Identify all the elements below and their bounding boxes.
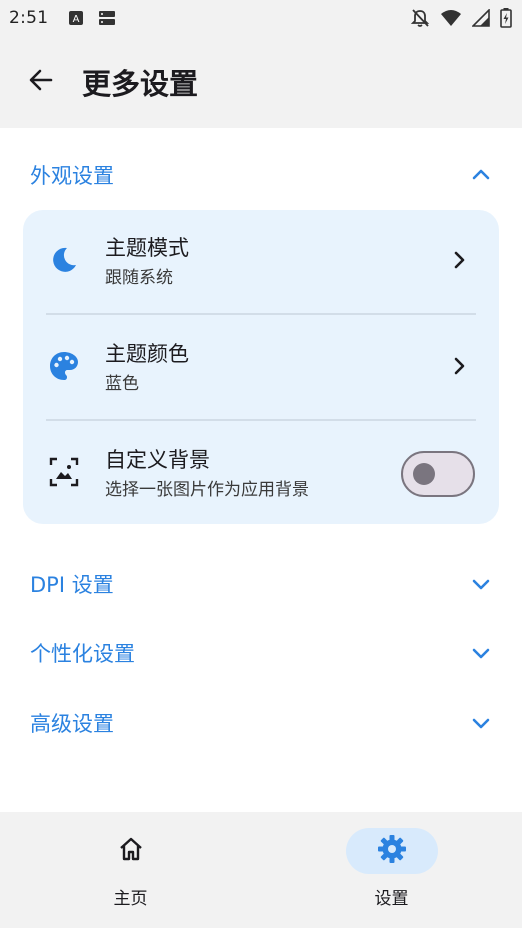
status-bar: 2:51 A [0,0,522,36]
chevron-down-icon [470,642,492,664]
storage-icon [98,10,116,26]
section-label-advanced: 高级设置 [30,712,114,736]
status-time: 2:51 [9,8,49,28]
wifi-icon [440,9,462,27]
section-header-appearance[interactable]: 外观设置 [0,144,522,206]
nav-label-settings: 设置 [374,889,409,909]
app-bar: 更多设置 [0,36,522,128]
bell-off-icon [410,8,430,28]
nav-pill-home [85,828,177,874]
arrow-back-icon [28,67,54,97]
a-notification-icon: A [68,10,84,26]
battery-charging-icon [500,8,512,28]
theme-mode-title: 主题模式 [105,236,189,260]
divider [46,419,476,421]
page-title: 更多设置 [82,67,199,101]
divider [46,313,476,315]
moon-icon [49,245,79,279]
theme-mode-item[interactable]: 主题模式 跟随系统 [23,210,499,314]
custom-background-title: 自定义背景 [105,448,210,472]
chevron-right-icon [449,356,469,380]
chevron-up-icon [470,164,492,186]
section-label-appearance: 外观设置 [30,164,114,188]
custom-background-item[interactable]: 自定义背景 选择一张图片作为应用背景 [23,422,499,526]
nav-pill-settings [345,828,438,874]
chevron-down-icon [470,573,492,595]
theme-color-item[interactable]: 主题颜色 蓝色 [23,316,499,420]
palette-icon [49,351,79,385]
nav-item-settings[interactable]: 设置 [261,812,522,928]
section-label-personalization: 个性化设置 [30,642,135,666]
section-label-dpi: DPI 设置 [30,573,114,597]
section-header-personalization[interactable]: 个性化设置 [0,622,522,684]
chevron-right-icon [449,250,469,274]
appearance-card: 主题模式 跟随系统 主题颜色 蓝色 自定义背景 选择一张图片作为应用背景 [23,210,499,524]
signal-icon [472,9,490,27]
theme-color-title: 主题颜色 [105,342,189,366]
nav-label-home: 主页 [113,889,148,909]
custom-background-switch[interactable] [401,451,475,497]
switch-thumb [413,463,435,485]
nav-item-home[interactable]: 主页 [0,812,261,928]
theme-mode-value: 跟随系统 [105,268,173,288]
chevron-down-icon [470,712,492,734]
custom-background-description: 选择一张图片作为应用背景 [105,480,309,500]
home-icon [117,835,145,867]
back-button[interactable] [17,58,65,106]
image-frame-icon [49,457,79,491]
bottom-navigation: 主页 设置 [0,812,522,928]
svg-text:A: A [73,14,80,25]
gear-icon [377,834,407,868]
section-header-advanced[interactable]: 高级设置 [0,692,522,754]
theme-color-value: 蓝色 [105,374,139,394]
section-header-dpi[interactable]: DPI 设置 [0,553,522,615]
settings-content: 外观设置 主题模式 跟随系统 主题颜色 蓝色 自定义背景 选择一张图片作为应用背… [0,128,522,812]
